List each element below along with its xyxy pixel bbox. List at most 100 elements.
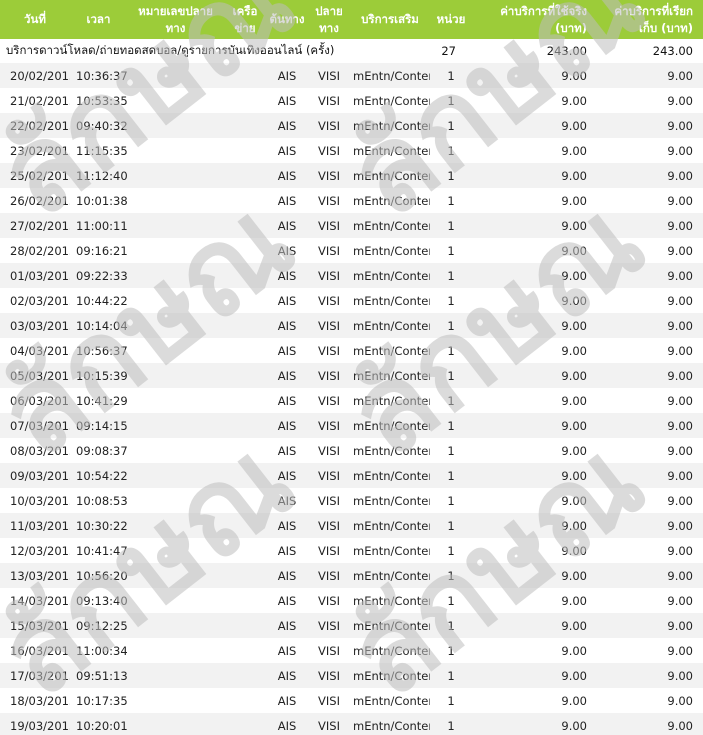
- header-unit: หน่วย: [430, 0, 472, 39]
- cell-service: mEntn/Content: [350, 138, 430, 163]
- cell-destination: VISI: [308, 263, 350, 288]
- cell-origin: AIS: [266, 563, 308, 588]
- cell-origin: AIS: [266, 363, 308, 388]
- cell-service: mEntn/Content: [350, 213, 430, 238]
- cell-actual-charge: 9.00: [472, 563, 597, 588]
- cell-actual-charge: 9.00: [472, 488, 597, 513]
- table-body: บริการดาวน์โหลด/ถ่ายทอดสดบอล/ดูรายการบัน…: [0, 39, 703, 735]
- cell-network: [224, 263, 266, 288]
- cell-destination: VISI: [308, 413, 350, 438]
- cell-origin: AIS: [266, 388, 308, 413]
- cell-actual-charge: 9.00: [472, 363, 597, 388]
- cell-origin: AIS: [266, 588, 308, 613]
- cell-billed-charge: 9.00: [597, 338, 703, 363]
- cell-time: 10:56:20: [70, 563, 127, 588]
- table-row: 23/02/201511:15:35AISVISImEntn/Content19…: [0, 138, 703, 163]
- cell-time: 10:15:39: [70, 363, 127, 388]
- cell-origin: AIS: [266, 238, 308, 263]
- cell-billed-charge: 9.00: [597, 63, 703, 88]
- cell-origin: AIS: [266, 313, 308, 338]
- cell-destination-number: [127, 413, 224, 438]
- cell-date: 19/03/2015: [0, 713, 70, 735]
- cell-actual-charge: 9.00: [472, 63, 597, 88]
- cell-actual-charge: 9.00: [472, 688, 597, 713]
- table-row: 01/03/201509:22:33AISVISImEntn/Content19…: [0, 263, 703, 288]
- cell-network: [224, 563, 266, 588]
- cell-time: 09:22:33: [70, 263, 127, 288]
- table-row: 12/03/201510:41:47AISVISImEntn/Content19…: [0, 538, 703, 563]
- cell-billed-charge: 9.00: [597, 88, 703, 113]
- cell-time: 10:41:47: [70, 538, 127, 563]
- cell-actual-charge: 9.00: [472, 163, 597, 188]
- cell-unit: 1: [430, 663, 472, 688]
- cell-billed-charge: 9.00: [597, 688, 703, 713]
- cell-billed-charge: 9.00: [597, 663, 703, 688]
- cell-network: [224, 613, 266, 638]
- cell-actual-charge: 9.00: [472, 663, 597, 688]
- cell-origin: AIS: [266, 288, 308, 313]
- cell-destination: VISI: [308, 463, 350, 488]
- cell-service: mEntn/Content: [350, 463, 430, 488]
- cell-origin: AIS: [266, 63, 308, 88]
- cell-date: 12/03/2015: [0, 538, 70, 563]
- cell-time: 09:40:32: [70, 113, 127, 138]
- cell-time: 11:00:11: [70, 213, 127, 238]
- cell-billed-charge: 9.00: [597, 613, 703, 638]
- cell-destination: VISI: [308, 213, 350, 238]
- cell-unit: 1: [430, 338, 472, 363]
- cell-date: 07/03/2015: [0, 413, 70, 438]
- cell-actual-charge: 9.00: [472, 388, 597, 413]
- table-row: 04/03/201510:56:37AISVISImEntn/Content19…: [0, 338, 703, 363]
- cell-billed-charge: 9.00: [597, 413, 703, 438]
- cell-billed-charge: 9.00: [597, 188, 703, 213]
- cell-destination-number: [127, 388, 224, 413]
- cell-service: mEntn/Content: [350, 388, 430, 413]
- cell-time: 10:20:01: [70, 713, 127, 735]
- cell-date: 10/03/2015: [0, 488, 70, 513]
- cell-service: mEntn/Content: [350, 113, 430, 138]
- cell-origin: AIS: [266, 663, 308, 688]
- table-row: 25/02/201511:12:40AISVISImEntn/Content19…: [0, 163, 703, 188]
- cell-destination-number: [127, 363, 224, 388]
- cell-actual-charge: 9.00: [472, 513, 597, 538]
- cell-actual-charge: 9.00: [472, 538, 597, 563]
- cell-destination: VISI: [308, 688, 350, 713]
- cell-destination-number: [127, 213, 224, 238]
- cell-destination-number: [127, 438, 224, 463]
- cell-unit: 1: [430, 88, 472, 113]
- cell-destination-number: [127, 638, 224, 663]
- header-destination-number: หมายเลขปลายทาง: [127, 0, 224, 39]
- cell-actual-charge: 9.00: [472, 438, 597, 463]
- table-row: 14/03/201509:13:40AISVISImEntn/Content19…: [0, 588, 703, 613]
- cell-destination-number: [127, 488, 224, 513]
- cell-origin: AIS: [266, 613, 308, 638]
- cell-time: 10:41:29: [70, 388, 127, 413]
- table-row: 22/02/201509:40:32AISVISImEntn/Content19…: [0, 113, 703, 138]
- cell-time: 10:36:37: [70, 63, 127, 88]
- cell-service: mEntn/Content: [350, 413, 430, 438]
- cell-unit: 1: [430, 113, 472, 138]
- cell-destination: VISI: [308, 663, 350, 688]
- cell-origin: AIS: [266, 463, 308, 488]
- cell-time: 11:12:40: [70, 163, 127, 188]
- cell-date: 27/02/2015: [0, 213, 70, 238]
- cell-network: [224, 88, 266, 113]
- cell-network: [224, 188, 266, 213]
- cell-destination: VISI: [308, 313, 350, 338]
- header-billed-charge: ค่าบริการที่เรียกเก็บ (บาท): [597, 0, 703, 39]
- cell-origin: AIS: [266, 188, 308, 213]
- cell-service: mEntn/Content: [350, 563, 430, 588]
- table-row: 03/03/201510:14:04AISVISImEntn/Content19…: [0, 313, 703, 338]
- cell-billed-charge: 9.00: [597, 713, 703, 735]
- cell-origin: AIS: [266, 538, 308, 563]
- cell-billed-charge: 9.00: [597, 288, 703, 313]
- cell-origin: AIS: [266, 88, 308, 113]
- cell-origin: AIS: [266, 263, 308, 288]
- cell-network: [224, 363, 266, 388]
- cell-origin: AIS: [266, 213, 308, 238]
- cell-billed-charge: 9.00: [597, 563, 703, 588]
- table-row: 06/03/201510:41:29AISVISImEntn/Content19…: [0, 388, 703, 413]
- cell-service: mEntn/Content: [350, 313, 430, 338]
- header-actual-charge: ค่าบริการที่ใช้จริง (บาท): [472, 0, 597, 39]
- cell-date: 09/03/2015: [0, 463, 70, 488]
